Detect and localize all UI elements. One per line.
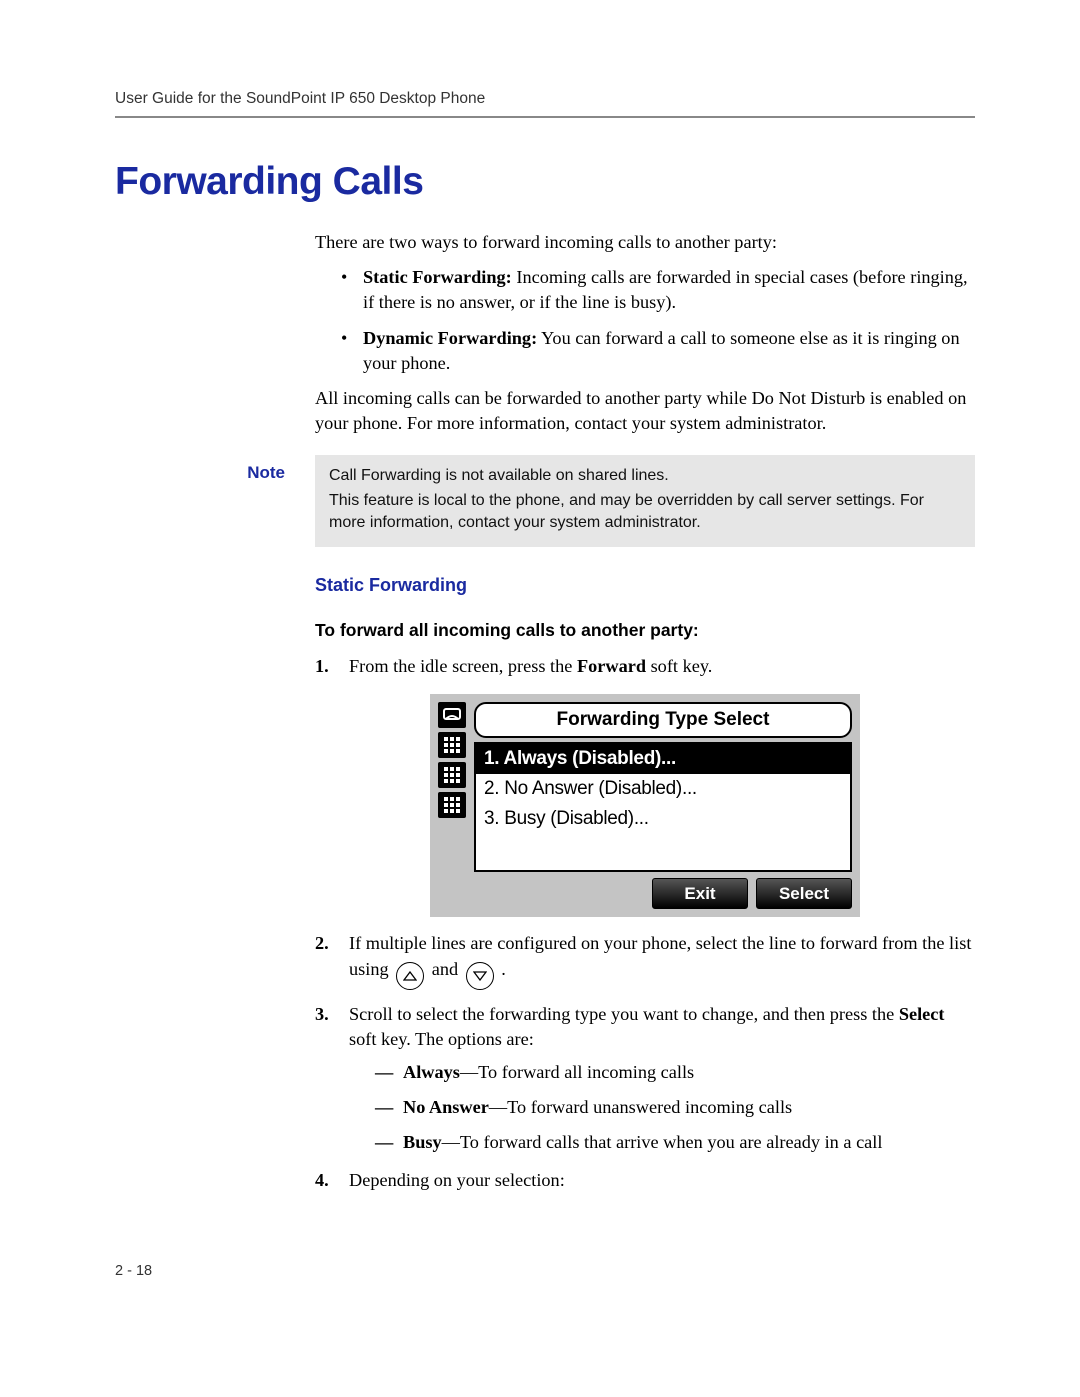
running-head: User Guide for the SoundPoint IP 650 Des…	[115, 90, 975, 118]
note-line-2: This feature is local to the phone, and …	[329, 490, 961, 533]
softkey-select: Select	[756, 878, 852, 909]
softkey-exit: Exit	[652, 878, 748, 909]
options-list: Always—To forward all incoming calls No …	[349, 1060, 975, 1156]
step-2-text-b: and	[427, 959, 463, 979]
up-arrow-icon	[396, 962, 424, 990]
option-busy-text: —To forward calls that arrive when you a…	[442, 1132, 883, 1152]
static-forwarding-heading: Static Forwarding	[315, 573, 975, 598]
keypad-icon	[438, 792, 466, 818]
option-busy-label: Busy	[403, 1132, 442, 1152]
note-line-1: Call Forwarding is not available on shar…	[329, 465, 961, 487]
step-3-text-a: Scroll to select the forwarding type you…	[349, 1004, 899, 1024]
option-always-label: Always	[403, 1062, 460, 1082]
down-arrow-icon	[466, 962, 494, 990]
steps-list: From the idle screen, press the Forward …	[315, 654, 975, 1193]
step-3-softkey: Select	[899, 1004, 945, 1024]
page: User Guide for the SoundPoint IP 650 Des…	[0, 0, 1080, 1339]
screen-title: Forwarding Type Select	[474, 702, 852, 738]
step-3: Scroll to select the forwarding type you…	[315, 1002, 975, 1156]
option-noanswer: No Answer—To forward unanswered incoming…	[375, 1095, 975, 1120]
bullet-static: Static Forwarding: Incoming calls are fo…	[341, 265, 975, 315]
step-4: Depending on your selection:	[315, 1168, 975, 1193]
step-3-text-c: soft key. The options are:	[349, 1029, 534, 1049]
option-always-text: —To forward all incoming calls	[460, 1062, 694, 1082]
bullet-static-label: Static Forwarding:	[363, 267, 512, 287]
forwarding-types-list: Static Forwarding: Incoming calls are fo…	[315, 265, 975, 376]
body-content: There are two ways to forward incoming c…	[315, 230, 975, 437]
step-1-text-a: From the idle screen, press the	[349, 656, 577, 676]
bullet-dynamic: Dynamic Forwarding: You can forward a ca…	[341, 326, 975, 376]
option-noanswer-label: No Answer	[403, 1097, 489, 1117]
screen-list: 1. Always (Disabled)... 2. No Answer (Di…	[474, 742, 852, 872]
screen-item-always: 1. Always (Disabled)...	[476, 744, 850, 774]
body-content-2: Static Forwarding To forward all incomin…	[315, 573, 975, 1193]
step-1-text-c: soft key.	[646, 656, 712, 676]
option-busy: Busy—To forward calls that arrive when y…	[375, 1130, 975, 1155]
screen-item-busy: 3. Busy (Disabled)...	[476, 804, 850, 834]
line-icons	[438, 702, 470, 878]
dnd-paragraph: All incoming calls can be forwarded to a…	[315, 386, 975, 436]
keypad-icon	[438, 762, 466, 788]
page-number: 2 - 18	[115, 1263, 975, 1279]
note-label: Note	[115, 455, 315, 548]
option-always: Always—To forward all incoming calls	[375, 1060, 975, 1085]
step-1-softkey: Forward	[577, 656, 646, 676]
phone-icon	[438, 702, 466, 728]
note-body: Call Forwarding is not available on shar…	[315, 455, 975, 548]
softkey-row: Exit Select	[438, 878, 852, 909]
intro-paragraph: There are two ways to forward incoming c…	[315, 230, 975, 255]
step-1: From the idle screen, press the Forward …	[315, 654, 975, 917]
step-2-text-c: .	[497, 959, 506, 979]
note-block: Note Call Forwarding is not available on…	[115, 455, 975, 548]
procedure-heading: To forward all incoming calls to another…	[315, 618, 975, 642]
screen-item-noanswer: 2. No Answer (Disabled)...	[476, 774, 850, 804]
bullet-dynamic-label: Dynamic Forwarding:	[363, 328, 537, 348]
option-noanswer-text: —To forward unanswered incoming calls	[489, 1097, 792, 1117]
step-4-text: Depending on your selection:	[349, 1170, 565, 1190]
page-title: Forwarding Calls	[115, 160, 975, 204]
step-2: If multiple lines are configured on your…	[315, 931, 975, 989]
phone-screen: Forwarding Type Select 1. Always (Disabl…	[430, 694, 860, 918]
keypad-icon	[438, 732, 466, 758]
phone-screenshot: Forwarding Type Select 1. Always (Disabl…	[315, 694, 975, 918]
